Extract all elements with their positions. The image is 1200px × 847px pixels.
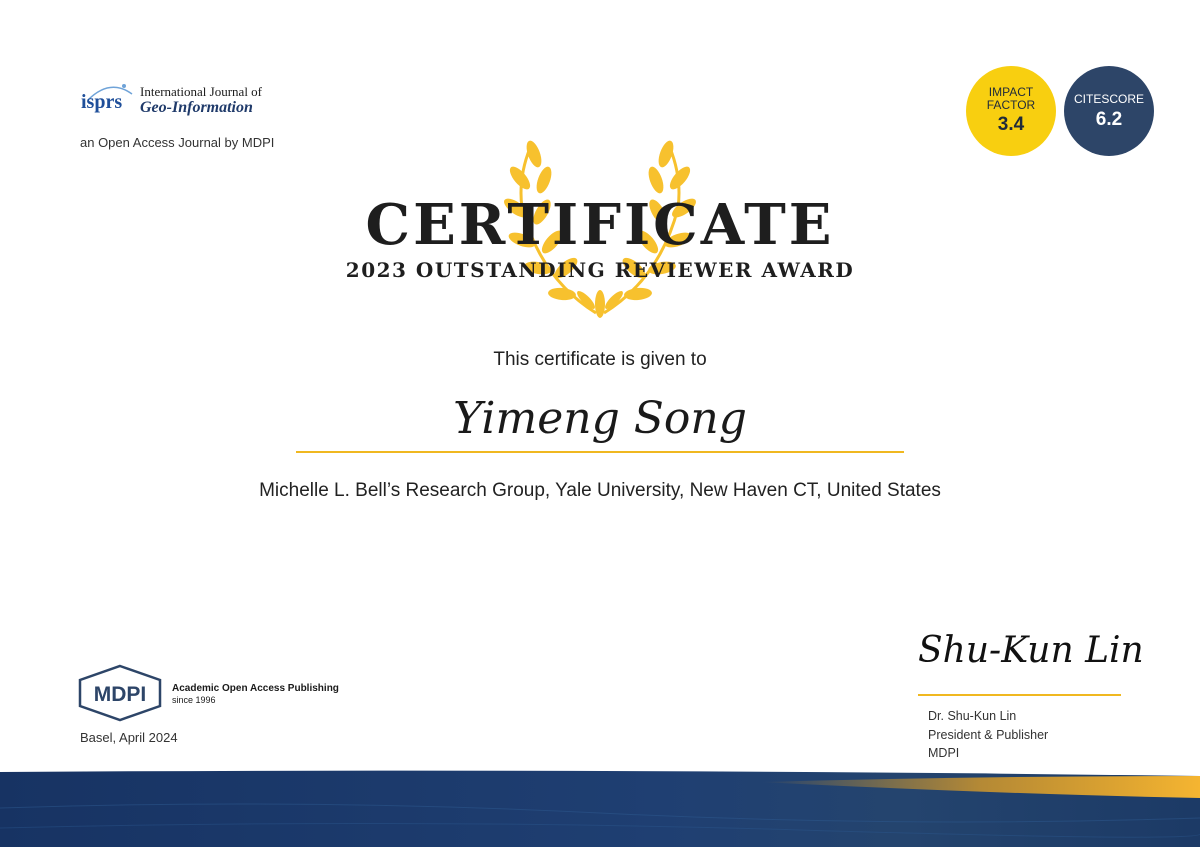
citescore-badge: CITESCORE 6.2 [1064,66,1154,156]
journal-logo: isprs International Journal of Geo-Infor… [80,80,340,120]
citescore-value: 6.2 [1095,109,1123,130]
journal-name-line2: Geo-Information [140,99,253,116]
impact-factor-badge: IMPACT FACTOR 3.4 [966,66,1056,156]
impact-factor-value: 3.4 [997,114,1025,135]
citescore-label: CITESCORE [1073,92,1144,106]
impact-label-line2: FACTOR [986,98,1036,112]
signer-title: President & Publisher [928,728,1049,742]
signature-line [918,694,1121,696]
signer-organization: MDPI [928,746,960,760]
given-to-text: This certificate is given to [493,349,707,370]
isprs-logo-text: isprs [81,91,122,113]
mdpi-logo-icon: MDPI [78,664,162,722]
isprs-logo-icon: isprs [81,84,133,113]
signer-name: Dr. Shu-Kun Lin [928,709,1017,723]
mdpi-logo-text: MDPI [94,683,147,706]
recipient-affiliation: Michelle L. Bell’s Research Group, Yale … [259,480,941,501]
signature: Shu-Kun Lin [918,630,1144,671]
mdpi-tagline: Academic Open Access Publishing [172,683,339,694]
mdpi-since: since 1996 [172,695,216,705]
bottom-banner [0,770,1200,847]
certificate-title: CERTIFICATE [365,192,835,258]
journal-subtitle: an Open Access Journal by MDPI [80,135,275,150]
award-subtitle: 2023 OUTSTANDING REVIEWER AWARD [345,258,855,282]
impact-factor-label: IMPACT FACTOR [966,86,1056,112]
recipient-underline [296,451,904,453]
journal-name-line1: International Journal of [140,84,263,99]
place-date: Basel, April 2024 [80,730,178,745]
recipient-name: Yimeng Song [453,393,747,444]
impact-label-line1: IMPACT [988,85,1034,99]
